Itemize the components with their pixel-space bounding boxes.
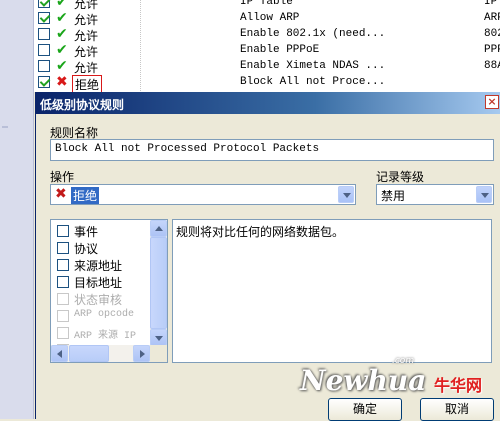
rule-row[interactable]: ✔允许Enable Ximeta NDAS ...88A — [34, 58, 500, 75]
rule-name: Enable Ximeta NDAS ... — [240, 60, 386, 72]
scroll-down-icon[interactable] — [150, 329, 167, 346]
scroll-right-icon[interactable] — [133, 345, 150, 362]
description-box: 规则将对比任何的网络数据包。 — [172, 219, 492, 363]
condition-label: 事件 — [74, 225, 99, 239]
rule-enabled-checkbox[interactable] — [38, 28, 50, 40]
rule-name: Allow ARP — [240, 12, 300, 24]
rule-enabled-checkbox[interactable] — [38, 76, 50, 88]
rule-enabled-checkbox[interactable] — [38, 44, 50, 56]
rule-enabled-checkbox[interactable] — [38, 0, 50, 8]
rule-name: Enable 802.1x (need... — [240, 28, 386, 40]
condition-item[interactable]: 来源地址 — [57, 256, 157, 273]
condition-label: ARP opcode — [74, 309, 135, 320]
watermark-main: Newhua — [300, 364, 427, 397]
dialog-titlebar: 低级别协议规则 × — [36, 92, 500, 114]
rule-name: Enable PPPoE — [240, 44, 320, 56]
description-text: 规则将对比任何的网络数据包。 — [176, 225, 345, 239]
rule-protocol: 802 — [484, 28, 500, 40]
condition-item: ARP opcode — [57, 307, 157, 324]
hscroll-thumb[interactable] — [69, 345, 109, 362]
action-value: 拒绝 — [71, 187, 100, 204]
rule-name: Block All not Proce... — [240, 76, 386, 88]
column-divider — [140, 10, 142, 27]
column-divider — [140, 26, 142, 43]
condition-item: ARP 来源 IP — [57, 324, 157, 342]
condition-item: 状态审核 — [57, 290, 157, 307]
scroll-thumb[interactable] — [150, 237, 167, 329]
condition-checkbox[interactable] — [57, 276, 69, 288]
condition-label: 来源地址 — [74, 259, 123, 273]
rule-row[interactable]: ✔允许Enable 802.1x (need...802 — [34, 26, 500, 43]
condition-checkbox[interactable] — [57, 259, 69, 271]
vertical-scrollbar[interactable] — [150, 220, 167, 346]
log-level-select[interactable]: 禁用 — [376, 184, 494, 205]
log-level-value: 禁用 — [381, 189, 406, 203]
cancel-button[interactable]: 取消 — [420, 398, 494, 421]
allow-icon: ✔ — [56, 26, 68, 42]
block-icon: ✖ — [55, 186, 67, 202]
condition-label: 状态审核 — [74, 293, 123, 307]
rule-protocol: PPP — [484, 44, 500, 56]
column-divider — [140, 74, 142, 91]
rule-row[interactable]: ✔允许Enable PPPoEPPP — [34, 42, 500, 59]
rule-name: IP Table — [240, 0, 293, 8]
rule-protocol: 88A — [484, 60, 500, 72]
column-divider — [140, 42, 142, 59]
watermark-cn: 牛华网 — [434, 376, 483, 395]
rule-enabled-checkbox[interactable] — [38, 12, 50, 24]
rule-protocol: ARP — [484, 12, 500, 24]
rule-protocol: IP — [484, 0, 498, 8]
chevron-down-icon[interactable] — [476, 186, 492, 203]
rule-action: 拒绝 — [72, 75, 103, 92]
condition-label: 目标地址 — [74, 276, 123, 290]
ok-button[interactable]: 确定 — [328, 398, 402, 421]
allow-icon: ✔ — [56, 0, 68, 10]
allow-icon: ✔ — [56, 42, 68, 58]
column-divider — [140, 58, 142, 75]
condition-item[interactable]: 目标地址 — [57, 273, 157, 290]
divider — [2, 126, 8, 128]
rules-list: ✔允许IP TableIP✔允许Allow ARPARP✔允许Enable 80… — [34, 0, 500, 92]
watermark-logo: .com Newhua 牛华网 — [300, 356, 500, 400]
rule-enabled-checkbox[interactable] — [38, 60, 50, 72]
rule-name-field[interactable]: Block All not Processed Protocol Packets — [50, 139, 494, 161]
conditions-list: ARP source MARP 目标 IPARP 来源 IPARP opcode… — [50, 219, 168, 363]
scroll-left-icon[interactable] — [51, 345, 68, 362]
condition-item[interactable]: 事件 — [57, 222, 157, 239]
action-label: 操作 — [50, 170, 75, 184]
action-select[interactable]: ✖ 拒绝 — [50, 184, 356, 205]
rule-row[interactable]: ✔允许Allow ARPARP — [34, 10, 500, 27]
condition-checkbox[interactable] — [57, 242, 69, 254]
scroll-corner — [150, 345, 167, 362]
condition-checkbox — [57, 293, 69, 305]
chevron-down-icon[interactable] — [338, 186, 354, 203]
rule-row[interactable]: ✖ 拒绝 Block All not Proce... — [34, 74, 500, 92]
left-panel — [0, 0, 34, 419]
log-level-label: 记录等级 — [376, 170, 425, 184]
rule-name-value: Block All not Processed Protocol Packets — [55, 143, 320, 155]
condition-checkbox[interactable] — [57, 225, 69, 237]
condition-item[interactable]: 协议 — [57, 239, 157, 256]
close-icon[interactable]: × — [485, 95, 499, 109]
condition-checkbox — [57, 310, 69, 322]
allow-icon: ✔ — [56, 58, 68, 74]
condition-checkbox — [57, 327, 69, 339]
allow-icon: ✔ — [56, 10, 68, 26]
dialog-title: 低级别协议规则 — [40, 98, 125, 112]
block-icon: ✖ — [56, 74, 68, 90]
condition-label: 协议 — [74, 242, 99, 256]
scroll-up-icon[interactable] — [150, 220, 167, 237]
condition-label: ARP 来源 IP — [74, 331, 137, 342]
